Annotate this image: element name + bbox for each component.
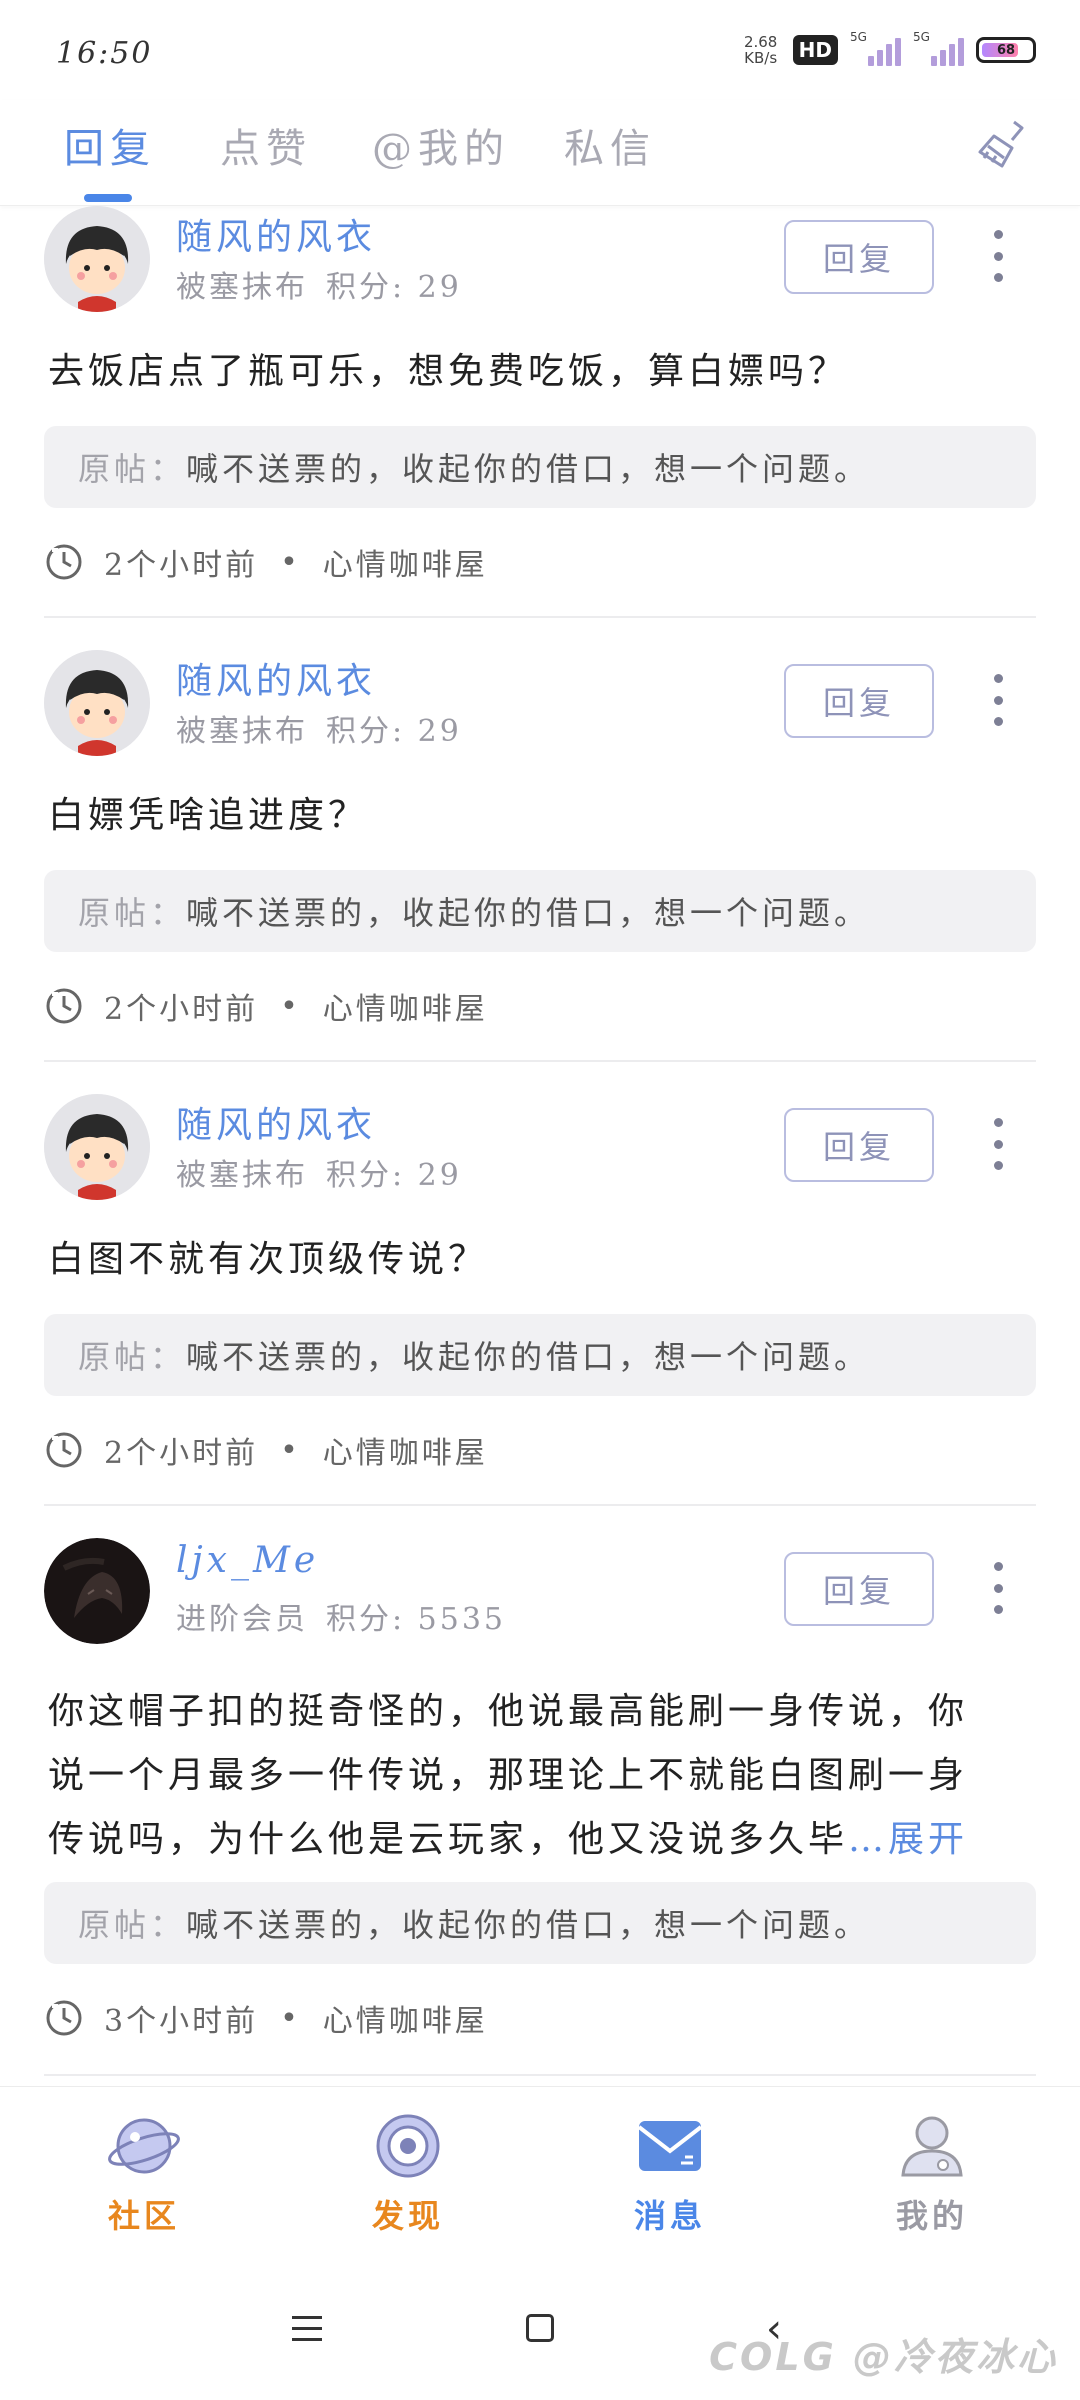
reply-content[interactable]: 白图不就有次顶级传说？ xyxy=(48,1228,1028,1292)
user-meta: 进阶会员 积分: 5535 xyxy=(176,1602,506,1637)
clock-icon xyxy=(46,2000,82,2036)
battery-icon: 68 xyxy=(976,37,1036,63)
home-icon[interactable] xyxy=(526,2314,554,2342)
forum-name[interactable]: 心情咖啡屋 xyxy=(323,1996,488,2040)
divider xyxy=(44,2074,1036,2076)
post-footer: 2个小时前 • 心情咖啡屋 xyxy=(44,984,488,1028)
nav-discover[interactable]: 发现 xyxy=(348,2111,468,2237)
user-meta: 被塞抹布 积分: 29 xyxy=(176,714,462,749)
username[interactable]: 随风的风衣 xyxy=(176,1096,376,1148)
username[interactable]: 随风的风衣 xyxy=(176,208,376,260)
reply-feed: 随风的风衣 被塞抹布 积分: 29 回复 去饭店点了瓶可乐，想免费吃饭，算白嫖吗？… xyxy=(0,206,1080,2086)
hd-voice-icon: HD xyxy=(792,35,838,65)
more-options-icon[interactable] xyxy=(984,668,1012,732)
post-footer: 2个小时前 • 心情咖啡屋 xyxy=(44,1428,488,1472)
username[interactable]: 随风的风衣 xyxy=(176,652,376,704)
divider xyxy=(44,616,1036,618)
tab-mentions[interactable]: @我的 xyxy=(372,116,510,174)
nav-community[interactable]: 社区 xyxy=(84,2111,204,2237)
reply-card: ljx_Me 进阶会员 积分: 5535 回复 你这帽子扣的挺奇怪的，他说最高能刷… xyxy=(44,1538,1036,2086)
target-icon xyxy=(376,2114,440,2178)
message-tabs: 回复 点赞 @我的 私信 xyxy=(0,100,1080,206)
status-bar: 16:50 2.68 KB/s HD 5G 5G 68 xyxy=(0,0,1080,100)
username[interactable]: ljx_Me xyxy=(176,1540,319,1581)
reply-card: 随风的风衣 被塞抹布 积分: 29 回复 白嫖凭啥追进度？ 原帖： 喊不送票的，收起… xyxy=(44,650,1036,1094)
original-post-quote[interactable]: 原帖： 喊不送票的，收起你的借口，想一个问题。 xyxy=(44,870,1036,952)
original-post-quote[interactable]: 原帖： 喊不送票的，收起你的借口，想一个问题。 xyxy=(44,426,1036,508)
forum-name[interactable]: 心情咖啡屋 xyxy=(323,984,488,1028)
post-footer: 2个小时前 • 心情咖啡屋 xyxy=(44,540,488,584)
avatar[interactable] xyxy=(44,650,150,756)
user-meta: 被塞抹布 积分: 29 xyxy=(176,270,462,305)
more-options-icon[interactable] xyxy=(984,1112,1012,1176)
user-icon xyxy=(901,2116,963,2177)
reply-content[interactable]: 你这帽子扣的挺奇怪的，他说最高能刷一身传说，你 说一个月最多一件传说，那理论上不… xyxy=(48,1680,1028,1872)
signal-sim2-icon: 5G xyxy=(913,30,964,66)
divider xyxy=(44,1060,1036,1062)
reply-content[interactable]: 白嫖凭啥追进度？ xyxy=(48,784,1028,848)
broom-clear-icon[interactable] xyxy=(974,116,1030,172)
post-footer: 3个小时前 • 心情咖啡屋 xyxy=(44,1996,488,2040)
network-speed: 2.68 KB/s xyxy=(743,33,778,67)
status-icons: 2.68 KB/s HD 5G 5G 68 xyxy=(741,30,1036,67)
signal-sim1-icon: 5G xyxy=(850,30,901,66)
original-post-quote[interactable]: 原帖： 喊不送票的，收起你的借口，想一个问题。 xyxy=(44,1882,1036,1964)
reply-content[interactable]: 去饭店点了瓶可乐，想免费吃饭，算白嫖吗？ xyxy=(48,340,1028,404)
bottom-navigation: 社区 发现 消息 我的 xyxy=(0,2086,1080,2260)
expand-link[interactable]: …展开 xyxy=(848,1819,968,1860)
status-time: 16:50 xyxy=(56,36,153,71)
forum-name[interactable]: 心情咖啡屋 xyxy=(323,540,488,584)
watermark: COLG @冷夜冰心 xyxy=(709,2335,1058,2379)
user-meta: 被塞抹布 积分: 29 xyxy=(176,1158,462,1193)
divider xyxy=(44,1504,1036,1506)
more-options-icon[interactable] xyxy=(984,224,1012,288)
reply-card: 随风的风衣 被塞抹布 积分: 29 回复 去饭店点了瓶可乐，想免费吃饭，算白嫖吗？… xyxy=(44,206,1036,650)
clock-icon xyxy=(46,544,82,580)
reply-button[interactable]: 回复 xyxy=(784,664,934,738)
original-post-quote[interactable]: 原帖： 喊不送票的，收起你的借口，想一个问题。 xyxy=(44,1314,1036,1396)
mail-icon xyxy=(637,2121,703,2171)
post-time: 2个小时前 xyxy=(104,548,259,583)
post-time: 2个小时前 xyxy=(104,992,259,1027)
reply-button[interactable]: 回复 xyxy=(784,220,934,294)
avatar[interactable] xyxy=(44,206,150,312)
post-time: 2个小时前 xyxy=(104,1436,259,1471)
reply-button[interactable]: 回复 xyxy=(784,1108,934,1182)
clock-icon xyxy=(46,1432,82,1468)
tab-likes[interactable]: 点赞 xyxy=(220,116,312,174)
post-time: 3个小时前 xyxy=(104,2004,259,2039)
nav-messages[interactable]: 消息 xyxy=(610,2111,730,2237)
tab-replies[interactable]: 回复 xyxy=(64,116,156,174)
system-navigation: ‹ COLG @冷夜冰心 xyxy=(0,2260,1080,2400)
avatar[interactable] xyxy=(44,1538,150,1644)
active-tab-indicator xyxy=(84,194,132,202)
tab-private-messages[interactable]: 私信 xyxy=(564,116,656,174)
clock-icon xyxy=(46,988,82,1024)
reply-card: 随风的风衣 被塞抹布 积分: 29 回复 白图不就有次顶级传说？ 原帖： 喊不送票的… xyxy=(44,1094,1036,1538)
avatar[interactable] xyxy=(44,1094,150,1200)
planet-icon xyxy=(108,2118,180,2174)
nav-mine[interactable]: 我的 xyxy=(872,2111,992,2237)
more-options-icon[interactable] xyxy=(984,1556,1012,1620)
forum-name[interactable]: 心情咖啡屋 xyxy=(323,1428,488,1472)
recent-apps-icon[interactable] xyxy=(292,2316,322,2349)
reply-button[interactable]: 回复 xyxy=(784,1552,934,1626)
